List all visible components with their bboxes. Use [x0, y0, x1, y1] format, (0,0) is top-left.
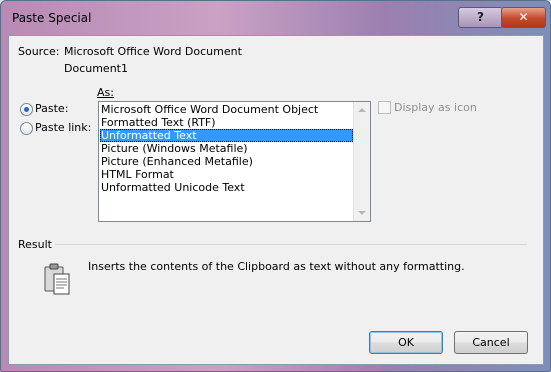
source-value: Microsoft Office Word Document [64, 45, 242, 58]
ok-button[interactable]: OK [369, 331, 443, 354]
list-item[interactable]: Microsoft Office Word Document Object [100, 103, 353, 116]
display-as-icon-checkbox[interactable] [378, 101, 391, 114]
paste-link-radio[interactable] [20, 122, 33, 135]
paste-special-dialog: Paste Special ? ✕ Source: Microsoft Offi… [0, 0, 551, 372]
list-item[interactable]: Unformatted Unicode Text [100, 181, 353, 194]
result-label: Result [18, 238, 52, 251]
help-icon[interactable]: ? [458, 7, 503, 28]
source-label: Source: [18, 45, 60, 58]
list-item[interactable]: Picture (Enhanced Metafile) [100, 155, 353, 168]
scroll-down-icon[interactable] [358, 211, 366, 215]
paste-as-listbox[interactable]: Microsoft Office Word Document Object For… [98, 101, 371, 222]
source-document: Document1 [64, 62, 128, 75]
dialog-body: Source: Microsoft Office Word Document D… [8, 35, 544, 365]
paste-radio[interactable] [20, 103, 33, 116]
list-item[interactable]: Formatted Text (RTF) [100, 116, 353, 129]
result-divider [55, 244, 527, 245]
title-bar[interactable]: Paste Special ? ✕ [1, 1, 550, 35]
listbox-scrollbar[interactable] [353, 102, 370, 221]
window-title: Paste Special [12, 11, 92, 25]
list-item[interactable]: Unformatted Text [100, 129, 353, 142]
cancel-button[interactable]: Cancel [454, 331, 528, 354]
as-label-text: As: [97, 86, 114, 99]
paste-label[interactable]: Paste: [35, 102, 68, 115]
display-as-icon-label[interactable]: Display as icon [394, 101, 477, 114]
paste-link-label[interactable]: Paste link: [35, 121, 91, 134]
close-icon[interactable]: ✕ [501, 7, 546, 28]
list-item[interactable]: Picture (Windows Metafile) [100, 142, 353, 155]
clipboard-icon [44, 263, 70, 295]
as-label: As: [97, 86, 114, 99]
result-description: Inserts the contents of the Clipboard as… [88, 260, 465, 273]
scroll-up-icon[interactable] [358, 108, 366, 112]
list-item[interactable]: HTML Format [100, 168, 353, 181]
